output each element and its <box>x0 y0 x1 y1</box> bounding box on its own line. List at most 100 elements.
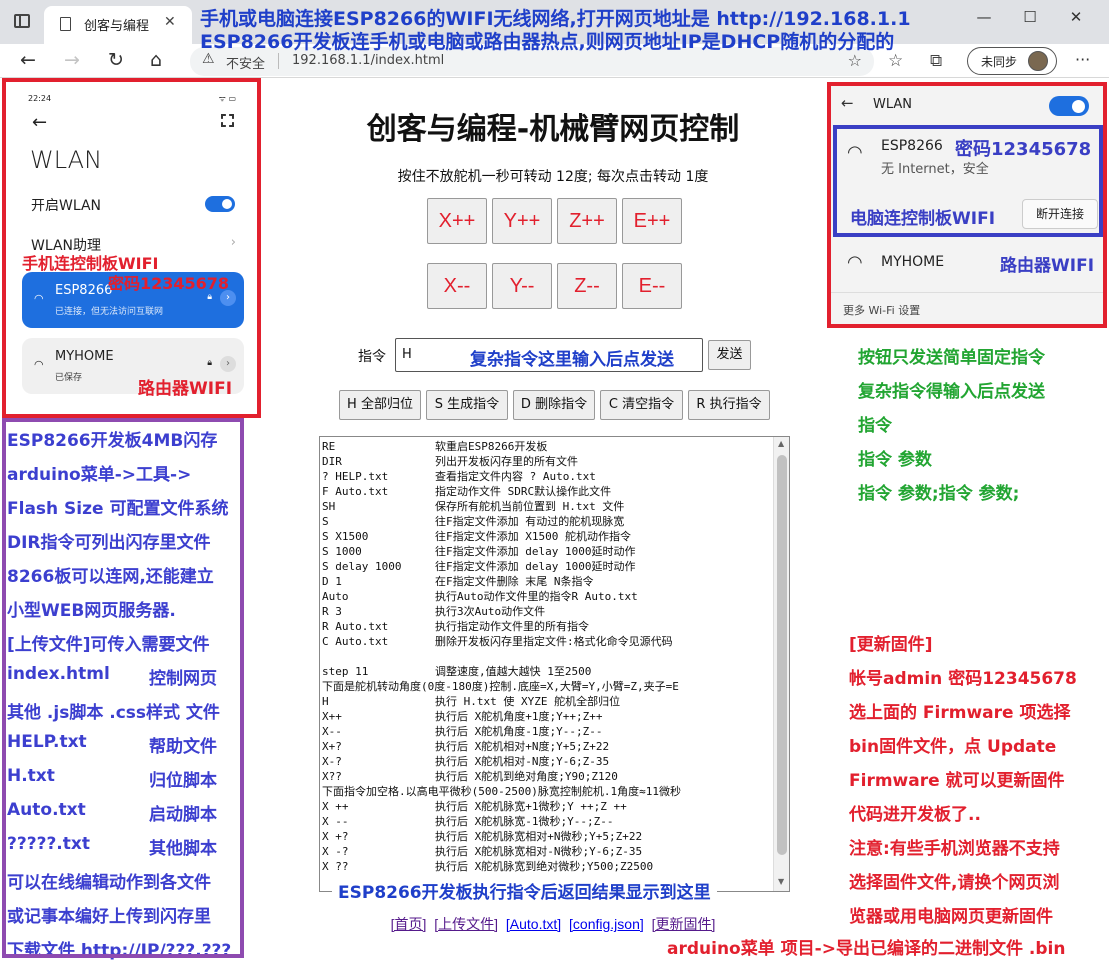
clear-command-button[interactable]: C 清空指令 <box>600 390 683 420</box>
console-description: 执行后 X舵机角度+1度;Y++;Z++ <box>435 710 603 723</box>
minimize-button[interactable]: — <box>961 8 1007 26</box>
console-text: RE 软重启ESP8266开发板 DIR 列出开发板闪存里的所有文件? HELP.tx… <box>322 439 772 874</box>
window-icon[interactable] <box>14 14 30 28</box>
console-line: S 1000 往F指定文件添加 delay 1000延时动作 <box>322 544 772 559</box>
send-button[interactable]: 发送 <box>708 340 751 370</box>
collections-icon[interactable]: ⧉ <box>930 51 942 71</box>
forward-icon[interactable]: → <box>64 49 80 71</box>
run-command-button[interactable]: R 执行指令 <box>688 390 770 420</box>
top-note-line2: ESP8266开发板连手机或电脑或路由器热点,则网页地址IP是DHCP随机的分配… <box>200 31 895 53</box>
console-command: X-- <box>322 725 342 738</box>
scroll-up-icon[interactable]: ▲ <box>778 439 784 448</box>
command-label: 指令 <box>358 349 386 365</box>
console-description: 往F指定文件添加 delay 1000延时动作 <box>435 560 636 573</box>
console-command: D 1 <box>322 575 342 588</box>
green-note-line: 指令 参数 <box>858 450 932 470</box>
console-line: X ?? 执行后 X舵机脉宽到绝对微秒;Y500;Z2500 <box>322 859 772 874</box>
console-command: 下面是舵机转动角度(0度-180度)控制.底座=X,大臂=Y,小臂=Z,夹子=E <box>322 680 679 693</box>
scroll-down-icon[interactable]: ▼ <box>778 877 784 886</box>
console-description: 执行Auto动作文件里的指令R Auto.txt <box>435 590 638 603</box>
console-description: 查看指定文件内容 ? Auto.txt <box>435 470 596 483</box>
console-scrollbar[interactable]: ▲ ▼ <box>773 437 789 891</box>
console-line: R 3 执行3次Auto动作文件 <box>322 604 772 619</box>
console-command: Auto <box>322 590 349 603</box>
console-description: 往F指定文件添加 有动过的舵机现脉宽 <box>435 515 625 528</box>
left-notes-box <box>2 418 244 958</box>
phone-highlight-box <box>2 78 261 418</box>
console-line: DIR 列出开发板闪存里的所有文件 <box>322 454 772 469</box>
favorites-icon[interactable]: ☆ <box>888 51 903 71</box>
more-icon[interactable]: ··· <box>1075 50 1090 69</box>
x-plus-button[interactable]: X++ <box>427 198 487 244</box>
console-line: X -? 执行后 X舵机脉宽相对-N微秒;Y-6;Z-35 <box>322 844 772 859</box>
url-text[interactable]: 192.168.1.1/index.html <box>292 53 444 68</box>
console-command: X ++ <box>322 800 349 813</box>
console-line: X-? 执行后 X舵机相对-N度;Y-6;Z-35 <box>322 754 772 769</box>
console-command: DIR <box>322 455 342 468</box>
close-window-button[interactable]: ✕ <box>1053 8 1099 26</box>
console-command: S 1000 <box>322 545 362 558</box>
anno-bottom: arduino菜单 项目->导出已编译的二进制文件 .bin <box>667 939 1066 959</box>
console-line: 下面指令加空格.以高电平微秒(500-2500)脉宽控制舵机.1角度≈11微秒 <box>322 784 772 799</box>
console-command: step 11 <box>322 665 369 678</box>
anno-command: 复杂指令这里输入后点发送 <box>470 350 674 370</box>
green-note-line: 按钮只发送简单固定指令 <box>858 348 1045 368</box>
link-auto-txt[interactable]: [Auto.txt] <box>506 916 561 932</box>
scroll-thumb[interactable] <box>777 455 787 855</box>
link-upload[interactable]: [上传文件] <box>434 916 498 932</box>
console-command: S delay 1000 <box>322 560 402 573</box>
console-line: RE 软重启ESP8266开发板 <box>322 439 772 454</box>
anno-phone-router: 路由器WIFI <box>138 379 233 399</box>
output-console[interactable]: RE 软重启ESP8266开发板 DIR 列出开发板闪存里的所有文件? HELP.tx… <box>319 436 790 892</box>
link-home[interactable]: [首页] <box>391 916 427 932</box>
z-plus-button[interactable]: Z++ <box>557 198 617 244</box>
console-command: 下面指令加空格.以高电平微秒(500-2500)脉宽控制舵机.1角度≈11微秒 <box>322 785 681 798</box>
z-minus-button[interactable]: Z-- <box>557 263 617 309</box>
console-command: X -? <box>322 845 349 858</box>
x-minus-button[interactable]: X-- <box>427 263 487 309</box>
tab-title: 创客与编程 <box>84 19 150 34</box>
maximize-button[interactable]: ☐ <box>1007 8 1053 26</box>
e-plus-button[interactable]: E++ <box>622 198 682 244</box>
home-all-button[interactable]: H 全部归位 <box>339 390 421 420</box>
console-description: 执行后 X舵机角度-1度;Y--;Z-- <box>435 725 603 738</box>
console-line: D 1 在F指定文件删除 末尾 N条指令 <box>322 574 772 589</box>
refresh-icon[interactable]: ↻ <box>108 49 124 71</box>
back-icon[interactable]: ← <box>20 49 36 71</box>
console-command: R 3 <box>322 605 342 618</box>
home-icon[interactable]: ⌂ <box>150 49 162 71</box>
console-command: F Auto.txt <box>322 485 389 498</box>
delete-command-button[interactable]: D 删除指令 <box>513 390 595 420</box>
insecure-label[interactable]: 不安全 <box>226 53 265 72</box>
e-minus-button[interactable]: E-- <box>622 263 682 309</box>
console-line: step 11 调整速度,值越大越快 1至2500 <box>322 664 772 679</box>
red-note-line: 帐号admin 密码12345678 <box>849 669 1077 689</box>
link-update-firmware[interactable]: [更新固件] <box>652 916 716 932</box>
anno-pc-router: 路由器WIFI <box>1000 256 1095 276</box>
red-note-line: Firmware 就可以更新固件 <box>849 771 1065 791</box>
console-description: 执行后 X舵机到绝对角度;Y90;Z120 <box>435 770 618 783</box>
console-command: X -- <box>322 815 349 828</box>
console-description: 列出开发板闪存里的所有文件 <box>435 455 578 468</box>
browser-tab[interactable]: 创客与编程 ✕ <box>44 6 192 44</box>
profile-button[interactable]: 未同步 <box>967 47 1057 75</box>
link-config-json[interactable]: [config.json] <box>569 916 644 932</box>
console-line: S delay 1000 往F指定文件添加 delay 1000延时动作 <box>322 559 772 574</box>
console-line: SH 保存所有舵机当前位置到 H.txt 文件 <box>322 499 772 514</box>
console-description: 删除开发板闪存里指定文件:格式化命令见源代码 <box>435 635 673 648</box>
y-minus-button[interactable]: Y-- <box>492 263 552 309</box>
y-plus-button[interactable]: Y++ <box>492 198 552 244</box>
console-description: 执行后 X舵机脉宽相对-N微秒;Y-6;Z-35 <box>435 845 643 858</box>
console-line: X +? 执行后 X舵机脉宽相对+N微秒;Y+5;Z+22 <box>322 829 772 844</box>
page-icon <box>60 17 71 31</box>
console-description: 往F指定文件添加 X1500 舵机动作指令 <box>435 530 631 543</box>
console-line: X++ 执行后 X舵机角度+1度;Y++;Z++ <box>322 709 772 724</box>
console-command: H <box>322 695 329 708</box>
console-command: RE <box>322 440 336 453</box>
console-line: ? HELP.txt 查看指定文件内容 ? Auto.txt <box>322 469 772 484</box>
console-description: 调整速度,值越大越快 1至2500 <box>435 665 592 678</box>
console-line: R Auto.txt 执行指定动作文件里的所有指令 <box>322 619 772 634</box>
tab-close-icon[interactable]: ✕ <box>164 14 176 30</box>
generate-command-button[interactable]: S 生成指令 <box>426 390 508 420</box>
